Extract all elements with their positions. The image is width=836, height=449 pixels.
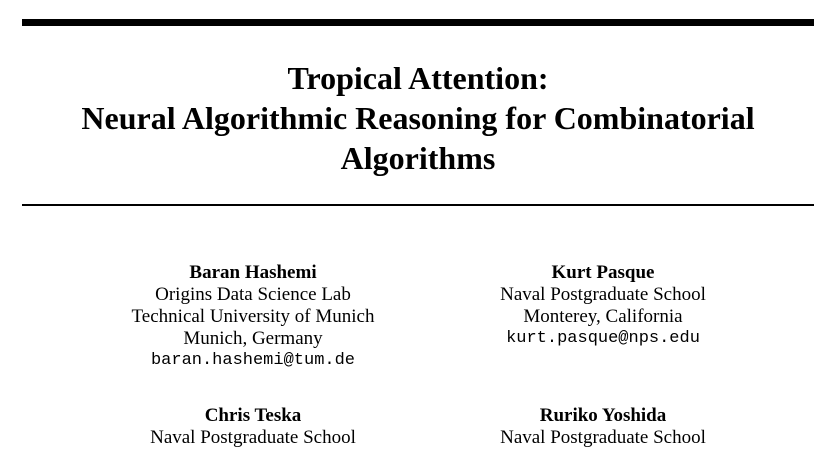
author-affiliation: Origins Data Science Lab	[155, 284, 351, 305]
author-affiliation: Monterey, California	[523, 306, 683, 327]
author-name: Baran Hashemi	[189, 262, 317, 283]
bottom-rule	[22, 204, 814, 206]
author-name: Chris Teska	[204, 405, 302, 426]
author-affiliation: Naval Postgraduate School	[500, 427, 706, 448]
author-email[interactable]: baran.hashemi@tum.de	[103, 350, 403, 372]
author-block-ruriko-yoshida: Ruriko Yoshida Naval Postgraduate School	[453, 405, 753, 449]
author-email[interactable]: kurt.pasque@nps.edu	[453, 328, 753, 350]
author-affiliation: Technical University of Munich	[131, 306, 375, 327]
author-affiliation: Naval Postgraduate School	[150, 427, 356, 448]
title-line: Algorithms	[340, 140, 496, 176]
author-affiliation: Naval Postgraduate School	[500, 284, 706, 305]
author-affiliation: Munich, Germany	[183, 328, 323, 349]
title-line: Tropical Attention:	[287, 60, 549, 96]
author-name: Ruriko Yoshida	[539, 405, 667, 426]
author-block-chris-teska: Chris Teska Naval Postgraduate School	[103, 405, 403, 449]
author-block-baran-hashemi: Baran Hashemi Origins Data Science Lab T…	[103, 262, 403, 372]
author-name: Kurt Pasque	[551, 262, 655, 283]
top-rule	[22, 19, 814, 26]
author-block-kurt-pasque: Kurt Pasque Naval Postgraduate School Mo…	[453, 262, 753, 350]
paper-title: Tropical Attention: Neural Algorithmic R…	[22, 58, 814, 178]
title-line: Neural Algorithmic Reasoning for Combina…	[81, 100, 755, 136]
